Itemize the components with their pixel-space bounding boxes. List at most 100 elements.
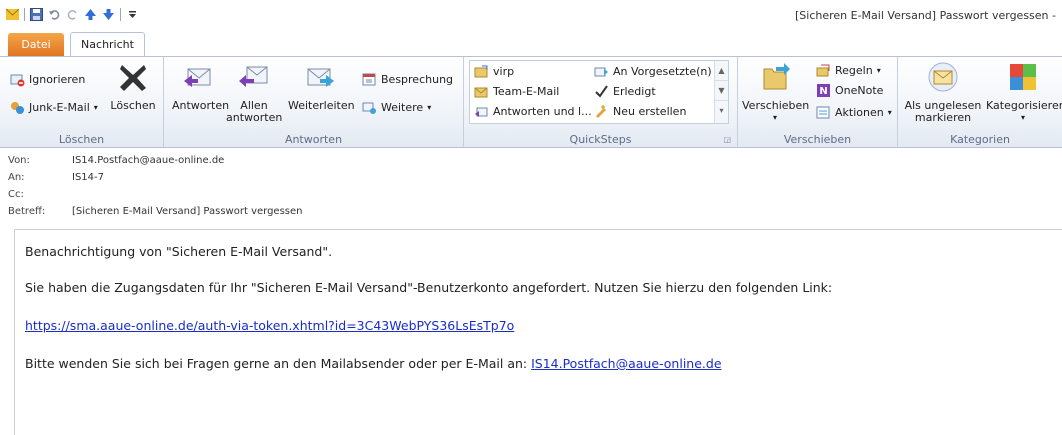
quickstep-label: Erledigt — [613, 84, 656, 98]
meeting-icon — [362, 73, 376, 85]
to-row: An: IS14-7 — [8, 172, 104, 187]
junk-button[interactable]: Junk-E-Mail ▾ — [10, 98, 98, 116]
to-value[interactable]: IS14-7 — [72, 172, 104, 187]
token-link[interactable]: https://sma.aaue-online.de/auth-via-toke… — [25, 318, 514, 333]
group-label-respond: Antworten — [284, 133, 343, 146]
scroll-up-icon[interactable]: ▲ — [715, 61, 728, 81]
chevron-down-icon: ▾ — [93, 102, 98, 112]
to-label: An: — [8, 172, 25, 183]
ignore-icon — [10, 74, 25, 86]
contact-text: Bitte wenden Sie sich bei Fragen gerne a… — [25, 356, 532, 371]
quickstep-item[interactable]: An Vorgesetzte(n) — [594, 62, 712, 80]
categorize-icon — [1010, 64, 1036, 90]
meeting-label: Besprechung — [381, 72, 454, 86]
chevron-down-icon: ▾ — [876, 65, 881, 75]
save-icon[interactable] — [30, 8, 43, 21]
dialog-launcher-icon[interactable]: ◲ — [723, 135, 731, 144]
rules-label: Regeln — [835, 63, 873, 77]
move-label: Verschieben — [742, 99, 810, 112]
actions-label: Aktionen — [835, 105, 884, 119]
quickstep-item[interactable]: virp — [474, 62, 514, 80]
customize-toolbar-icon[interactable] — [126, 8, 139, 21]
undo-icon[interactable] — [48, 8, 61, 21]
cc-label: Cc: — [8, 189, 24, 200]
move-button[interactable]: Verschieben ▾ — [742, 61, 810, 124]
group-label-move: Verschieben — [783, 133, 852, 146]
quickstep-item[interactable]: Team-E-Mail — [474, 82, 559, 100]
body-text: Sie haben die Zugangsdaten für Ihr "Sich… — [25, 280, 833, 295]
quickstep-label: An Vorgesetzte(n) — [613, 64, 712, 78]
subject-label: Betreff: — [8, 206, 46, 217]
gallery-expand-icon[interactable]: ▾ — [715, 101, 728, 121]
reply-all-button[interactable]: Allen antworten — [226, 61, 282, 124]
forward-icon — [307, 68, 334, 87]
cc-row: Cc: — [8, 189, 72, 204]
body-contact-line: Bitte wenden Sie sich bei Fragen gerne a… — [25, 356, 722, 371]
quickstep-item[interactable]: Neu erstellen — [594, 102, 686, 120]
down-arrow-icon[interactable] — [102, 8, 115, 21]
ribbon-tabs: Datei Nachricht — [0, 30, 1062, 57]
group-label-tags: Kategorien — [950, 133, 1010, 146]
svg-text:N: N — [819, 86, 827, 97]
forward-to-manager-icon — [594, 67, 608, 76]
reply-all-icon — [239, 66, 268, 87]
categorize-label: Kategorisieren — [986, 99, 1062, 112]
chevron-down-icon: ▾ — [772, 113, 777, 122]
up-arrow-icon[interactable] — [84, 8, 97, 21]
create-new-icon — [596, 104, 606, 118]
tab-file[interactable]: Datei — [8, 33, 64, 56]
outlook-icon — [6, 8, 19, 20]
reply-button[interactable]: Antworten — [172, 61, 229, 112]
quickstep-label: Neu erstellen — [613, 104, 687, 118]
window-title: [Sicheren E-Mail Versand] Passwort verge… — [795, 9, 1056, 22]
redo-icon[interactable] — [66, 8, 79, 21]
forward-label: Weiterleiten — [288, 99, 355, 112]
chevron-down-icon: ▾ — [427, 102, 432, 112]
actions-button[interactable]: Aktionen ▾ — [816, 103, 892, 121]
gallery-scroll[interactable]: ▲ ▼ ▾ — [714, 61, 728, 123]
title-bar: [Sicheren E-Mail Versand] Passwort verge… — [0, 0, 1062, 30]
body-link-line: https://sma.aaue-online.de/auth-via-toke… — [25, 318, 514, 333]
group-label-delete: Löschen — [58, 133, 105, 146]
mark-unread-button[interactable]: Als ungelesen markieren — [902, 61, 984, 124]
quickstep-label: virp — [493, 64, 515, 78]
more-respond-icon — [362, 102, 376, 114]
subject-value: [Sicheren E-Mail Versand] Passwort verge… — [72, 206, 303, 217]
body-greeting: Benachrichtigung von "Sicheren E-Mail Ve… — [25, 244, 333, 259]
ignore-button[interactable]: Ignorieren — [10, 70, 85, 88]
quickstep-label: Antworten und l... — [493, 104, 592, 118]
subject-row: Betreff: [Sicheren E-Mail Versand] Passw… — [8, 206, 302, 221]
group-label-quicksteps: QuickSteps — [569, 133, 632, 146]
reply-all-label-2: antworten — [226, 111, 283, 124]
tab-message[interactable]: Nachricht — [70, 32, 145, 57]
delete-icon — [120, 65, 146, 91]
delete-label: Löschen — [110, 99, 156, 112]
from-value[interactable]: IS14.Postfach@aaue-online.de — [72, 155, 224, 170]
onenote-button[interactable]: N OneNote — [816, 81, 883, 99]
group-tags: Als ungelesen markieren Kategorisieren ▾… — [898, 57, 1062, 148]
actions-icon — [816, 106, 830, 118]
reply-icon — [184, 68, 211, 87]
quick-access-toolbar — [6, 8, 139, 21]
group-respond: Antworten Allen antworten Weiterleiten B… — [164, 57, 464, 148]
quicksteps-gallery: virp An Vorgesetzte(n) Team-E-Mail Erled… — [469, 60, 729, 124]
quickstep-label: Team-E-Mail — [493, 84, 560, 98]
meeting-button[interactable]: Besprechung — [362, 70, 453, 88]
rules-button[interactable]: Regeln ▾ — [816, 61, 881, 79]
junk-icon — [11, 101, 24, 114]
scroll-down-icon[interactable]: ▼ — [715, 81, 728, 101]
separator — [120, 8, 121, 21]
categorize-button[interactable]: Kategorisieren ▾ — [986, 61, 1062, 124]
delete-button[interactable]: Löschen — [108, 61, 158, 112]
checkmark-icon — [595, 84, 608, 98]
quickstep-item[interactable]: Erledigt — [594, 82, 656, 100]
message-body: Benachrichtigung von "Sicheren E-Mail Ve… — [14, 229, 1062, 435]
forward-button[interactable]: Weiterleiten — [288, 61, 355, 112]
separator — [24, 8, 25, 21]
from-label: Von: — [8, 155, 30, 166]
contact-email-link[interactable]: IS14.Postfach@aaue-online.de — [531, 356, 721, 371]
onenote-icon: N — [817, 83, 830, 97]
quickstep-item[interactable]: Antworten und l... — [474, 102, 592, 120]
onenote-label: OneNote — [835, 83, 884, 97]
more-button[interactable]: Weitere ▾ — [362, 98, 431, 116]
